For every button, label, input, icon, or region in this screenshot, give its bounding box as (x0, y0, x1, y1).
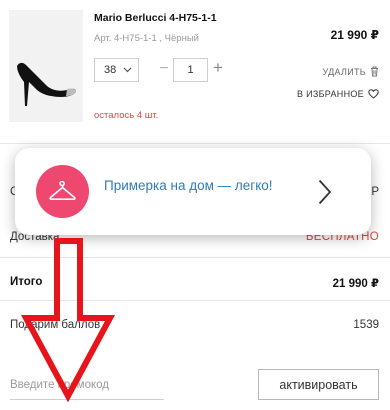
chevron-down-icon (123, 67, 132, 73)
chevron-right-icon[interactable] (318, 179, 332, 205)
total-label: Итого (10, 276, 43, 288)
product-title[interactable]: Mario Berlucci 4-H75-1-1 (94, 12, 217, 24)
favorites-label: В ИЗБРАННОЕ (296, 89, 364, 99)
quantity-decrease-button[interactable]: − (159, 60, 169, 78)
popup-text: Примерка на дом — легко! (104, 178, 273, 193)
product-sku: Арт. 4-H75-1-1 , Чёрный (94, 33, 199, 44)
size-value: 38 (104, 64, 117, 76)
home-fitting-popup[interactable]: Примерка на дом — легко! (15, 148, 371, 235)
remove-button[interactable]: УДАЛИТЬ (323, 66, 380, 77)
activate-promo-button[interactable]: активировать (258, 369, 379, 400)
bonus-label: Подарим баллов (10, 319, 101, 331)
divider (0, 143, 390, 144)
promo-code-input[interactable] (10, 370, 164, 400)
divider (0, 300, 390, 301)
shoe-image (9, 10, 83, 122)
hanger-icon (49, 180, 76, 200)
popup-icon-circle (36, 165, 89, 218)
product-price: 21 990 ₽ (330, 28, 379, 42)
size-select[interactable]: 38 (94, 58, 139, 82)
remove-label: УДАЛИТЬ (322, 66, 366, 77)
trash-icon (371, 66, 378, 77)
product-image[interactable] (9, 10, 83, 122)
total-value: 21 990 ₽ (332, 278, 379, 290)
add-to-favorites-button[interactable]: В ИЗБРАННОЕ (297, 89, 379, 99)
bonus-value: 1539 (353, 319, 379, 331)
heart-icon (368, 89, 379, 99)
stock-note: осталось 4 шт. (94, 110, 159, 121)
goods-row-value: Р (371, 186, 379, 198)
quantity-input[interactable]: 1 (173, 58, 208, 82)
divider (0, 257, 390, 258)
quantity-increase-button[interactable]: + (211, 59, 225, 77)
